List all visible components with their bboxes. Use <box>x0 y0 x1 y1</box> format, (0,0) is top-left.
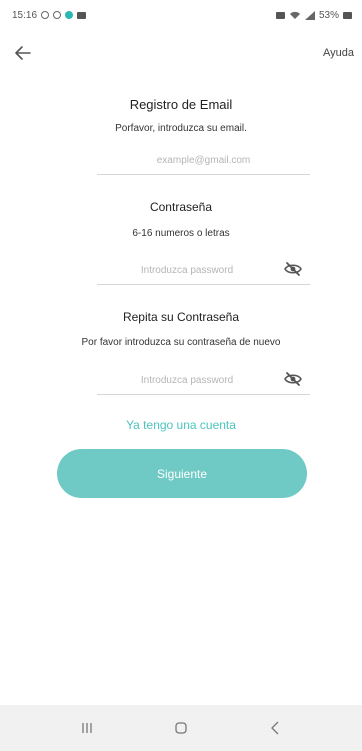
password-hint: 6-16 numeros o letras <box>132 228 230 239</box>
password-input[interactable] <box>107 258 267 282</box>
have-account-link[interactable]: Ya tengo una cuenta <box>0 418 362 432</box>
home-button[interactable] <box>161 713 201 743</box>
back-arrow-icon[interactable] <box>12 42 34 64</box>
back-button[interactable] <box>255 713 295 743</box>
sync-icon <box>53 11 62 19</box>
email-field <box>97 148 310 175</box>
password-field <box>97 258 310 285</box>
page-title: Registro de Email <box>129 97 233 112</box>
next-button[interactable]: Siguiente <box>57 449 307 498</box>
wifi-icon <box>289 11 300 19</box>
email-subtitle: Porfavor, introduzca su email. <box>115 123 247 134</box>
status-time: 15:16 <box>12 9 38 21</box>
status-bar: 15:16 53% <box>0 0 362 30</box>
status-right: 53% <box>275 9 352 21</box>
notification-icon <box>41 11 50 19</box>
battery-percent: 53% <box>318 9 339 21</box>
repeat-password-label: Repita su Contraseña <box>122 310 240 324</box>
hide-password-icon[interactable] <box>284 261 302 277</box>
recent-apps-icon <box>82 723 92 733</box>
help-link[interactable]: Ayuda <box>323 47 354 59</box>
app-notification-icon <box>65 11 74 19</box>
battery-icon <box>343 11 352 19</box>
system-nav-bar <box>0 705 362 751</box>
vibrate-icon <box>275 11 285 19</box>
password-label: Contraseña <box>149 200 213 214</box>
signal-icon <box>304 10 315 20</box>
email-input[interactable] <box>97 148 310 172</box>
back-nav-icon <box>271 721 279 735</box>
repeat-password-input[interactable] <box>107 368 267 392</box>
status-left: 15:16 <box>12 9 87 21</box>
image-icon <box>77 11 87 19</box>
hide-repeat-password-icon[interactable] <box>284 371 302 387</box>
register-screen: 15:16 53% Ayuda Registro de Email Porfav… <box>0 0 362 751</box>
repeat-password-field <box>97 368 310 395</box>
top-bar: Ayuda <box>0 40 362 68</box>
repeat-password-hint: Por favor introduzca su contraseña de nu… <box>81 337 281 348</box>
recent-apps-button[interactable] <box>67 713 107 743</box>
home-icon <box>175 722 187 734</box>
